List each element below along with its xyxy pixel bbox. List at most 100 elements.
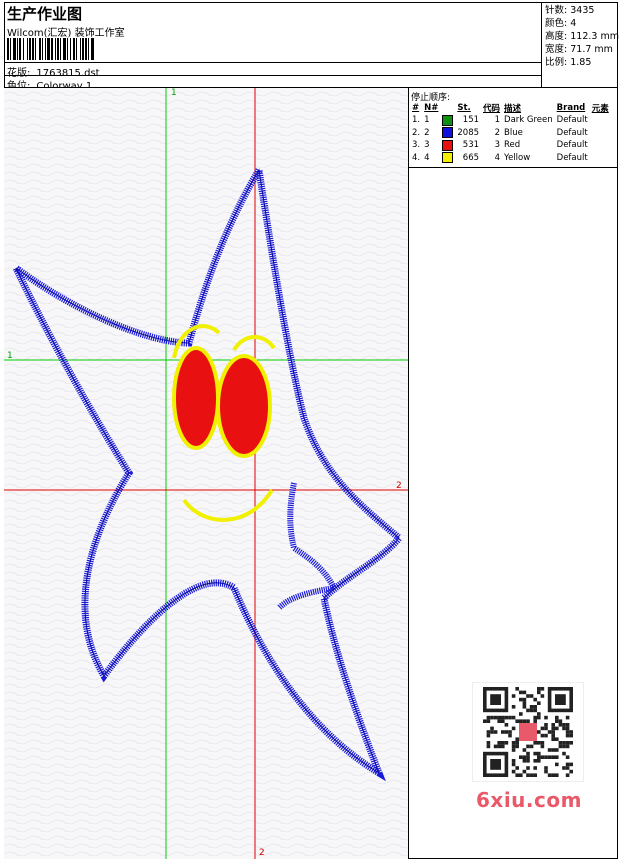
cell-brand: Default <box>556 152 588 163</box>
qr-module <box>483 719 487 723</box>
qr-module <box>540 726 545 731</box>
qr-module <box>522 755 527 759</box>
qr-module <box>562 726 566 731</box>
qr-module <box>555 715 559 720</box>
cell-code: 3 <box>494 140 501 151</box>
qr-module <box>547 748 552 752</box>
qr-module <box>565 723 570 727</box>
qr-module <box>493 715 498 720</box>
qr-module <box>497 715 501 720</box>
col-header: Brand <box>556 103 586 113</box>
qr-module <box>537 755 541 759</box>
qr-module <box>544 733 548 738</box>
qr-module <box>551 726 555 731</box>
cell-code: 2 <box>494 127 501 138</box>
table-header-row: # N# St. 代码 描述 Brand 元素 <box>410 102 611 114</box>
qr-module <box>540 744 545 749</box>
qr-module <box>508 715 512 720</box>
qr-module <box>562 723 566 727</box>
qr-module <box>540 755 545 759</box>
qr-module <box>537 741 541 745</box>
qr-module <box>501 719 505 723</box>
qr-module <box>569 741 573 745</box>
qr-module <box>537 730 541 734</box>
cell-n: 2 <box>424 127 430 138</box>
qr-module <box>537 759 541 763</box>
qr-module <box>544 723 548 727</box>
col-header: N# <box>424 103 439 113</box>
qr-module <box>522 748 527 752</box>
embroidery-preview <box>4 88 408 859</box>
qr-module <box>565 730 570 734</box>
qr-module <box>519 690 523 695</box>
qr-module <box>558 719 563 723</box>
qr-module <box>511 744 516 749</box>
color-swatch <box>442 152 454 164</box>
qr-module <box>526 719 530 723</box>
stop-sequence-table: # N# St. 代码 描述 Brand 元素 1. 1 151 1 Dark Gree… <box>410 102 611 164</box>
qr-module <box>544 766 548 770</box>
qr-module <box>555 726 559 731</box>
cell-n: 1 <box>424 115 430 126</box>
qr-module <box>486 741 491 745</box>
table-row[interactable]: 4. 4 665 4 Yellow Default <box>410 152 611 165</box>
qr-module <box>533 773 537 777</box>
color-swatch <box>442 127 454 139</box>
design-canvas[interactable]: 1 1 2 2 <box>4 88 409 859</box>
stat-ratio: 比例: 1.85 <box>545 57 592 68</box>
qr-code <box>472 682 584 782</box>
watermark: 6xiu.com <box>476 788 582 812</box>
table-row[interactable]: 2. 2 2085 2 Blue Default <box>410 127 611 140</box>
color-swatch-cell <box>440 152 455 165</box>
cell-brand: Default <box>556 115 588 126</box>
qr-module <box>526 755 530 759</box>
qr-module <box>551 748 555 752</box>
qr-finder-core <box>555 694 566 705</box>
qr-module <box>522 697 527 702</box>
qr-module <box>515 766 519 770</box>
qr-module <box>504 723 509 727</box>
qr-module <box>529 694 534 698</box>
qr-module <box>533 741 537 745</box>
qr-module <box>555 762 559 767</box>
qr-module <box>562 744 566 749</box>
qr-module <box>544 755 548 759</box>
qr-module <box>486 733 491 738</box>
qr-module <box>501 715 505 720</box>
qr-module <box>540 741 545 745</box>
col-header <box>440 102 455 114</box>
qr-module <box>511 741 516 745</box>
cell-st: 665 <box>462 152 480 163</box>
qr-module <box>504 715 509 720</box>
qr-module <box>537 687 541 691</box>
qr-module <box>565 715 570 720</box>
col-header: # <box>412 103 420 113</box>
axis-label-right-red: 2 <box>396 481 402 491</box>
qr-module <box>511 762 516 767</box>
qr-module <box>519 712 523 716</box>
qr-module <box>497 741 501 745</box>
cell-desc: Blue <box>504 127 523 138</box>
table-row[interactable]: 1. 1 151 1 Dark Green Default <box>410 114 611 127</box>
qr-module <box>551 755 555 759</box>
qr-module <box>490 715 494 720</box>
qr-module <box>501 744 505 749</box>
axis-label-left-green: 1 <box>7 351 13 361</box>
qr-module <box>515 741 519 745</box>
qr-module <box>519 773 523 777</box>
cell-desc: Yellow <box>504 152 531 163</box>
qr-module <box>526 708 530 713</box>
col-header: 元素 <box>591 104 609 114</box>
qr-module <box>533 705 537 709</box>
header: 生产作业图 Wilcom(汇宏) 装饰工作室 花版: 1763815.dst 色位… <box>4 2 619 92</box>
cell-code: 1 <box>494 115 501 126</box>
color-swatch-cell <box>440 114 455 127</box>
qr-module <box>565 733 570 738</box>
qr-module <box>544 769 548 774</box>
qr-module <box>533 708 537 713</box>
table-row[interactable]: 3. 3 531 3 Red Default <box>410 139 611 152</box>
fabric-texture <box>4 88 408 859</box>
qr-module <box>504 741 509 745</box>
qr-module <box>551 723 555 727</box>
cell-n: 3 <box>424 140 430 151</box>
